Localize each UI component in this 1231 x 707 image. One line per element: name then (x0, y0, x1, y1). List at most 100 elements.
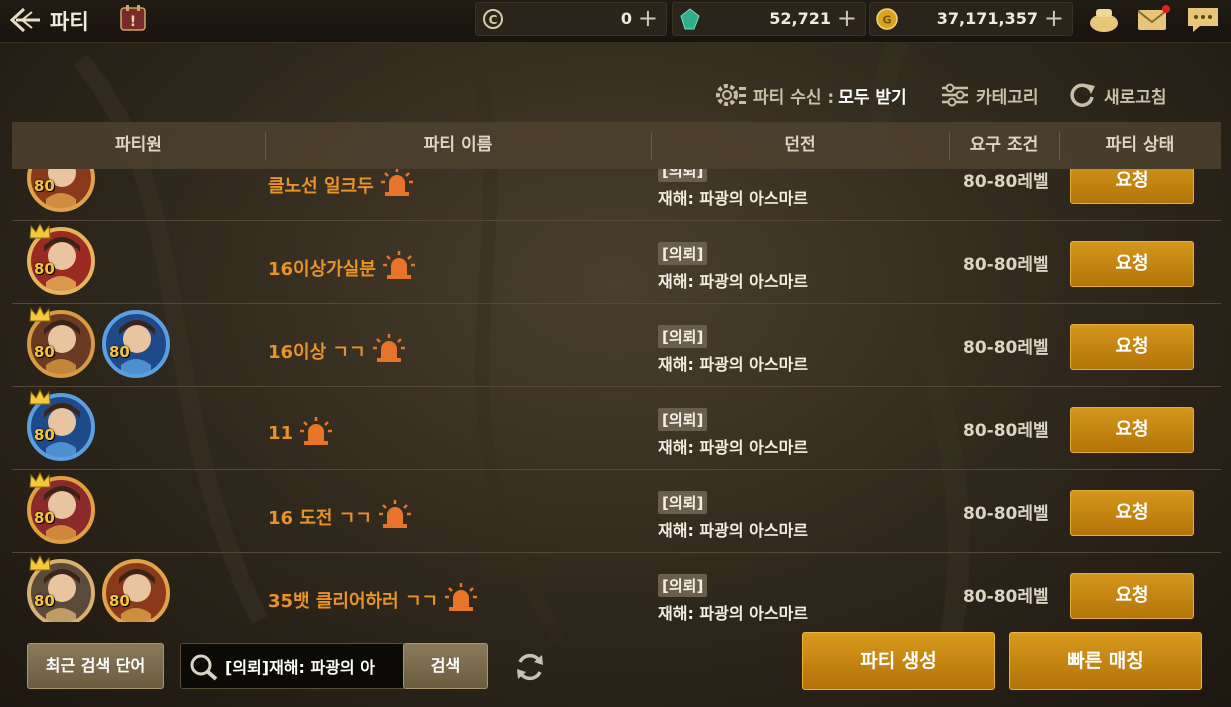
request-button[interactable]: 요청 (1070, 241, 1194, 287)
coin-value: 0 (620, 9, 632, 28)
member-avatar[interactable]: 80 (101, 558, 171, 622)
currency-coin: C 0 + (475, 2, 667, 36)
gem-icon (680, 8, 700, 30)
list-item[interactable]: 80 클노선 일크두 [의뢰] 재해: 파광의 아스마르 80-80레벨 요청 (12, 169, 1221, 221)
party-receive-setting[interactable]: 파티 수신 : 모두 받기 (713, 80, 907, 110)
party-name-text: 16이상가실분 (268, 258, 376, 280)
header-requirement: 요구 조건 (969, 135, 1039, 155)
dungeon-tag: [의뢰] (658, 325, 708, 348)
leader-crown-icon (28, 305, 52, 327)
level-requirement: 80-80레벨 (963, 421, 1049, 441)
request-button[interactable]: 요청 (1070, 407, 1194, 453)
siren-icon (378, 499, 412, 534)
dungeon-name: 재해: 파광의 아스마르 (658, 521, 809, 540)
calendar-icon[interactable]: ! (118, 3, 148, 33)
level-requirement: 80-80레벨 (963, 172, 1049, 192)
category-button[interactable]: 카테고리 (940, 80, 1039, 110)
search-icon (190, 654, 218, 681)
gear-icon (716, 84, 746, 106)
party-list[interactable]: 80 클노선 일크두 [의뢰] 재해: 파광의 아스마르 80-80레벨 요청 80 16이상… (12, 169, 1221, 622)
dungeon-tag: [의뢰] (658, 242, 708, 265)
siren-icon (444, 582, 478, 617)
recent-search-button[interactable]: 최근 검색 단어 (27, 643, 164, 689)
member-level: 80 (34, 343, 55, 361)
portrait-icon (102, 559, 170, 622)
leader-crown-icon (28, 388, 52, 410)
list-item[interactable]: 80 11 [의뢰] 재해: 파광의 아스마르 80-80레벨 요청 (12, 386, 1221, 470)
back-arrow-icon (9, 7, 40, 33)
list-item[interactable]: 80 80 35뱃 클리어하러 ㄱㄱ [의뢰] 재해: 파광의 아스마르 80-80레벨 요… (12, 552, 1221, 622)
refresh-label: 새로고침 (1104, 87, 1167, 108)
member-level: 80 (34, 260, 55, 278)
dungeon-name: 재해: 파광의 아스마르 (658, 355, 809, 374)
sliders-icon (942, 83, 968, 107)
c-coin-icon: C (483, 9, 503, 29)
list-item[interactable]: 80 16 도전 ㄱㄱ [의뢰] 재해: 파광의 아스마르 80-80레벨 요청 (12, 469, 1221, 553)
party-name-text: 11 (268, 423, 294, 444)
member-avatar[interactable]: 80 (26, 222, 96, 296)
party-name: 클노선 일크두 (268, 169, 414, 202)
list-item[interactable]: 80 16이상가실분 [의뢰] 재해: 파광의 아스마르 80-80레벨 요청 (12, 220, 1221, 304)
pouch-icon[interactable] (1086, 3, 1122, 35)
chat-icon[interactable] (1185, 3, 1221, 35)
member-avatar[interactable]: 80 (26, 388, 96, 462)
party-name: 11 (268, 416, 333, 451)
member-level: 80 (109, 343, 130, 361)
dungeon-name: 재해: 파광의 아스마르 (658, 272, 809, 291)
party-name-text: 16 도전 ㄱㄱ (268, 507, 372, 529)
list-item[interactable]: 80 80 16이상 ㄱㄱ [의뢰] 재해: 파광의 아스마르 80-80레벨 요청 (12, 303, 1221, 387)
level-requirement: 80-80레벨 (963, 338, 1049, 358)
request-button[interactable]: 요청 (1070, 573, 1194, 619)
dungeon-tag: [의뢰] (658, 491, 708, 514)
header-dungeon: 던전 (784, 135, 816, 155)
svg-text:G: G (882, 14, 891, 27)
receive-value: 모두 받기 (838, 87, 907, 108)
header-status: 파티 상태 (1105, 135, 1175, 155)
member-level: 80 (34, 177, 55, 195)
reset-icon[interactable] (512, 650, 548, 684)
party-name: 16 도전 ㄱㄱ (268, 499, 412, 534)
search-button[interactable]: 검색 (403, 643, 488, 689)
svg-text:!: ! (130, 14, 136, 30)
member-avatar[interactable]: 80 (26, 305, 96, 379)
party-name-text: 클노선 일크두 (268, 175, 374, 197)
quick-match-button[interactable]: 빠른 매칭 (1009, 632, 1202, 690)
create-party-button[interactable]: 파티 생성 (802, 632, 995, 690)
member-avatar[interactable]: 80 (101, 309, 171, 379)
search-input[interactable] (225, 652, 405, 680)
dungeon-tag: [의뢰] (658, 574, 708, 597)
leader-crown-icon (28, 471, 52, 493)
member-avatar[interactable]: 80 (26, 554, 96, 622)
gem-value: 52,721 (769, 9, 831, 28)
table-header: 파티원 파티 이름 던전 요구 조건 파티 상태 (12, 122, 1221, 169)
dungeon-tag: [의뢰] (658, 408, 708, 431)
dungeon-name: 재해: 파광의 아스마르 (658, 604, 809, 622)
request-button[interactable]: 요청 (1070, 169, 1194, 204)
siren-icon (372, 333, 406, 368)
refresh-button[interactable]: 새로고침 (1068, 80, 1167, 110)
add-gem-button[interactable]: + (837, 5, 857, 31)
request-button[interactable]: 요청 (1070, 324, 1194, 370)
header-party-name: 파티 이름 (423, 135, 493, 155)
top-bar: 파티 ! C 0 + 52,721 + G 37,171,357 + (0, 0, 1231, 43)
member-level: 80 (34, 592, 55, 610)
dungeon-name: 재해: 파광의 아스마르 (658, 438, 809, 457)
category-label: 카테고리 (976, 87, 1039, 108)
member-avatar[interactable]: 80 (26, 169, 96, 213)
member-avatar[interactable]: 80 (26, 471, 96, 545)
back-button[interactable] (6, 4, 44, 36)
mail-icon[interactable] (1135, 3, 1171, 35)
add-coin-button[interactable]: + (638, 5, 658, 31)
add-gold-button[interactable]: + (1044, 5, 1064, 31)
page-title: 파티 (50, 10, 89, 34)
party-name-text: 35뱃 클리어하러 ㄱㄱ (268, 590, 439, 612)
currency-gold: G 37,171,357 + (869, 2, 1073, 36)
member-level: 80 (109, 592, 130, 610)
svg-text:C: C (489, 13, 498, 27)
search-box (180, 643, 406, 689)
siren-icon (380, 169, 414, 202)
leader-crown-icon (28, 222, 52, 244)
level-requirement: 80-80레벨 (963, 504, 1049, 524)
party-name: 16이상가실분 (268, 250, 416, 285)
request-button[interactable]: 요청 (1070, 490, 1194, 536)
